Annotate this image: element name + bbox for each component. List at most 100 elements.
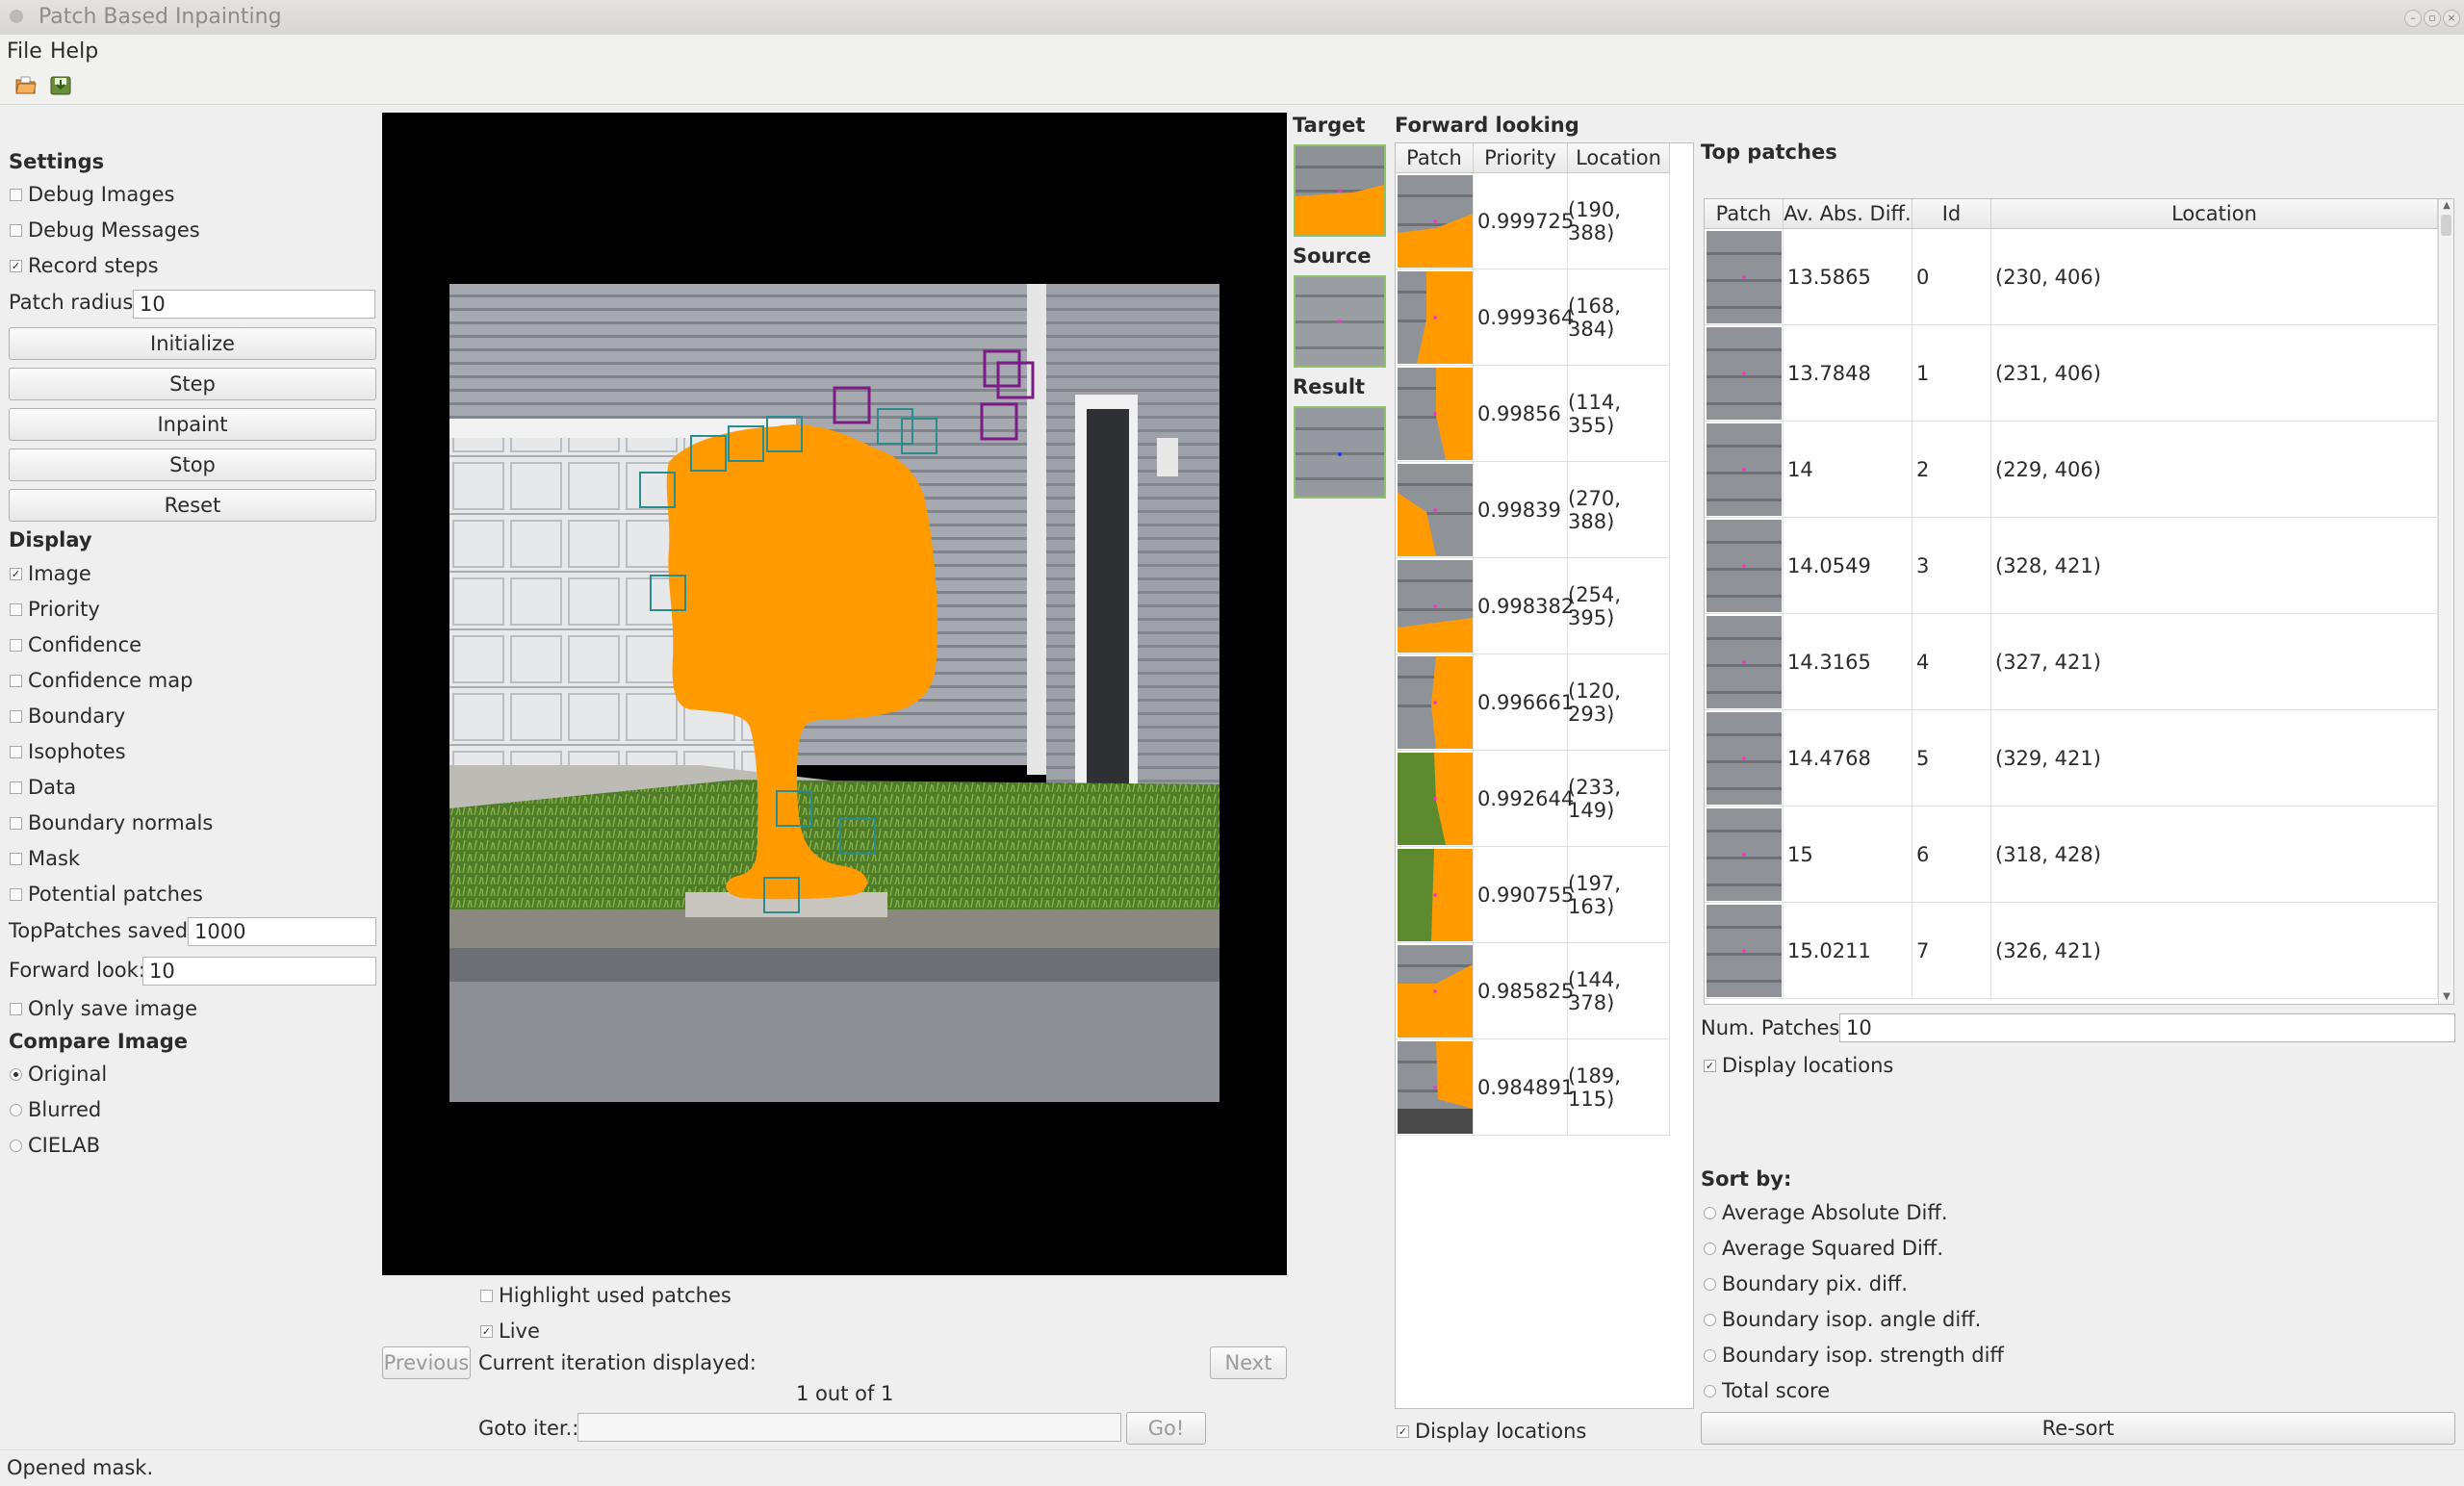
radio-dot[interactable] bbox=[1704, 1384, 1716, 1397]
num-patches-input[interactable]: 10 bbox=[1839, 1013, 2455, 1042]
column-header-location[interactable]: Location bbox=[1991, 199, 2438, 228]
image-viewer[interactable] bbox=[382, 113, 1287, 1275]
vertical-scrollbar[interactable]: ▲ ▼ bbox=[2438, 199, 2453, 1004]
close-icon[interactable]: × bbox=[2443, 10, 2460, 27]
checkbox-box[interactable]: ✓ bbox=[10, 567, 22, 580]
display-priority-checkbox[interactable]: Priority bbox=[10, 598, 100, 621]
display-data-checkbox[interactable]: Data bbox=[10, 776, 76, 799]
checkbox-box[interactable] bbox=[10, 887, 22, 901]
forward-look-input[interactable]: 10 bbox=[142, 957, 376, 986]
column-header-priority[interactable]: Priority bbox=[1474, 143, 1568, 172]
checkbox-box[interactable] bbox=[10, 816, 22, 830]
display-boundary-normals-checkbox[interactable]: Boundary normals bbox=[10, 811, 213, 834]
inpaint-button[interactable]: Inpaint bbox=[9, 408, 376, 441]
sort-average-absolute-diff-radio[interactable]: Average Absolute Diff. bbox=[1704, 1201, 1948, 1224]
checkbox-box[interactable]: ✓ bbox=[1397, 1424, 1409, 1438]
top-patches-saved-input[interactable]: 1000 bbox=[188, 917, 376, 946]
menu-help[interactable]: Help bbox=[50, 39, 98, 64]
display-potential-patches-checkbox[interactable]: Potential patches bbox=[10, 883, 203, 906]
goto-iter-input[interactable] bbox=[578, 1413, 1121, 1442]
column-header-patch[interactable]: Patch bbox=[1705, 199, 1784, 228]
table-row[interactable]: 14 2 (229, 406) bbox=[1705, 422, 2438, 518]
checkbox-box[interactable] bbox=[10, 188, 22, 201]
initialize-button[interactable]: Initialize bbox=[9, 327, 376, 360]
debug-messages-checkbox[interactable]: Debug Messages bbox=[10, 218, 200, 242]
highlight-used-patches-checkbox[interactable]: Highlight used patches bbox=[480, 1284, 732, 1307]
menu-file[interactable]: File bbox=[7, 39, 42, 64]
checkbox-box[interactable] bbox=[10, 223, 22, 237]
table-row[interactable]: 15 6 (318, 428) bbox=[1705, 807, 2438, 903]
checkbox-box[interactable] bbox=[10, 638, 22, 652]
checkbox-box[interactable] bbox=[10, 674, 22, 687]
step-button[interactable]: Step bbox=[9, 368, 376, 400]
top-patches-table[interactable]: Patch Av. Abs. Diff. Id Location 13.5865… bbox=[1704, 198, 2454, 1005]
table-row[interactable]: 14.3165 4 (327, 421) bbox=[1705, 614, 2438, 710]
column-header-patch[interactable]: Patch bbox=[1396, 143, 1474, 172]
table-row[interactable]: 0.99839 (270, 388) bbox=[1396, 462, 1670, 558]
go-button[interactable]: Go! bbox=[1126, 1412, 1206, 1445]
table-row[interactable]: 0.984891 (189, 115) bbox=[1396, 1039, 1670, 1136]
checkbox-box[interactable] bbox=[480, 1289, 493, 1302]
debug-images-checkbox[interactable]: Debug Images bbox=[10, 183, 174, 206]
inpainting-image[interactable] bbox=[449, 284, 1219, 1102]
checkbox-box[interactable]: ✓ bbox=[1704, 1059, 1716, 1072]
forward-looking-table[interactable]: Patch Priority Location 0.999725 (190, 38… bbox=[1395, 142, 1694, 1409]
column-header-av-abs-diff[interactable]: Av. Abs. Diff. bbox=[1784, 199, 1912, 228]
checkbox-box[interactable] bbox=[10, 852, 22, 865]
table-row[interactable]: 14.4768 5 (329, 421) bbox=[1705, 710, 2438, 807]
column-header-location[interactable]: Location bbox=[1568, 143, 1670, 172]
display-isophotes-checkbox[interactable]: Isophotes bbox=[10, 740, 126, 763]
next-button[interactable]: Next bbox=[1210, 1346, 1287, 1379]
checkbox-box[interactable] bbox=[10, 709, 22, 723]
sort-total-score-radio[interactable]: Total score bbox=[1704, 1379, 1830, 1402]
maximize-icon[interactable]: ▫ bbox=[2424, 10, 2441, 27]
scroll-down-icon[interactable]: ▼ bbox=[2439, 990, 2453, 1004]
table-row[interactable]: 0.985825 (144, 378) bbox=[1396, 943, 1670, 1039]
scroll-up-icon[interactable]: ▲ bbox=[2439, 199, 2453, 213]
checkbox-box[interactable]: ✓ bbox=[10, 259, 22, 272]
forward-display-locations-checkbox[interactable]: ✓ Display locations bbox=[1397, 1420, 1586, 1443]
display-confidence-checkbox[interactable]: Confidence bbox=[10, 633, 141, 656]
table-row[interactable]: 13.7848 1 (231, 406) bbox=[1705, 325, 2438, 422]
display-boundary-checkbox[interactable]: Boundary bbox=[10, 705, 125, 728]
scrollbar-thumb[interactable] bbox=[2441, 215, 2451, 236]
live-checkbox[interactable]: ✓ Live bbox=[480, 1319, 540, 1343]
stop-button[interactable]: Stop bbox=[9, 448, 376, 481]
radio-dot[interactable] bbox=[1704, 1348, 1716, 1362]
minimize-icon[interactable]: – bbox=[2404, 10, 2422, 27]
radio-dot[interactable] bbox=[10, 1139, 22, 1152]
compare-blurred-radio[interactable]: Blurred bbox=[10, 1098, 101, 1121]
sort-average-squared-diff-radio[interactable]: Average Squared Diff. bbox=[1704, 1237, 1943, 1260]
previous-button[interactable]: Previous bbox=[382, 1346, 471, 1379]
radio-dot[interactable] bbox=[1704, 1313, 1716, 1326]
sort-boundary-isop-angle-diff-radio[interactable]: Boundary isop. angle diff. bbox=[1704, 1308, 1981, 1331]
table-row[interactable]: 0.999364 (168, 384) bbox=[1396, 269, 1670, 366]
display-mask-checkbox[interactable]: Mask bbox=[10, 847, 80, 870]
table-row[interactable]: 0.996661 (120, 293) bbox=[1396, 654, 1670, 751]
checkbox-box[interactable] bbox=[10, 1002, 22, 1015]
save-icon[interactable] bbox=[49, 74, 72, 97]
only-save-image-checkbox[interactable]: Only save image bbox=[10, 997, 197, 1020]
table-row[interactable]: 0.992644 (233, 149) bbox=[1396, 751, 1670, 847]
compare-cielab-radio[interactable]: CIELAB bbox=[10, 1134, 100, 1157]
table-row[interactable]: 0.999725 (190, 388) bbox=[1396, 173, 1670, 269]
display-confidence-map-checkbox[interactable]: Confidence map bbox=[10, 669, 192, 692]
table-row[interactable]: 0.990755 (197, 163) bbox=[1396, 847, 1670, 943]
table-row[interactable]: 14.0549 3 (328, 421) bbox=[1705, 518, 2438, 614]
table-row[interactable]: 15.0211 7 (326, 421) bbox=[1705, 903, 2438, 999]
radio-dot[interactable] bbox=[10, 1067, 22, 1081]
sort-boundary-isop-strength-diff-radio[interactable]: Boundary isop. strength diff bbox=[1704, 1344, 2004, 1367]
checkbox-box[interactable] bbox=[10, 781, 22, 794]
display-image-checkbox[interactable]: ✓ Image bbox=[10, 562, 91, 585]
table-row[interactable]: 0.99856 (114, 355) bbox=[1396, 366, 1670, 462]
table-row[interactable]: 0.998382 (254, 395) bbox=[1396, 558, 1670, 654]
record-steps-checkbox[interactable]: ✓ Record steps bbox=[10, 254, 159, 277]
radio-dot[interactable] bbox=[1704, 1242, 1716, 1255]
compare-original-radio[interactable]: Original bbox=[10, 1063, 107, 1086]
open-folder-icon[interactable] bbox=[14, 74, 38, 97]
radio-dot[interactable] bbox=[1704, 1206, 1716, 1219]
sort-boundary-pix-diff-radio[interactable]: Boundary pix. diff. bbox=[1704, 1272, 1908, 1295]
re-sort-button[interactable]: Re-sort bbox=[1701, 1412, 2455, 1445]
radio-dot[interactable] bbox=[10, 1103, 22, 1116]
top-display-locations-checkbox[interactable]: ✓ Display locations bbox=[1704, 1054, 1893, 1077]
